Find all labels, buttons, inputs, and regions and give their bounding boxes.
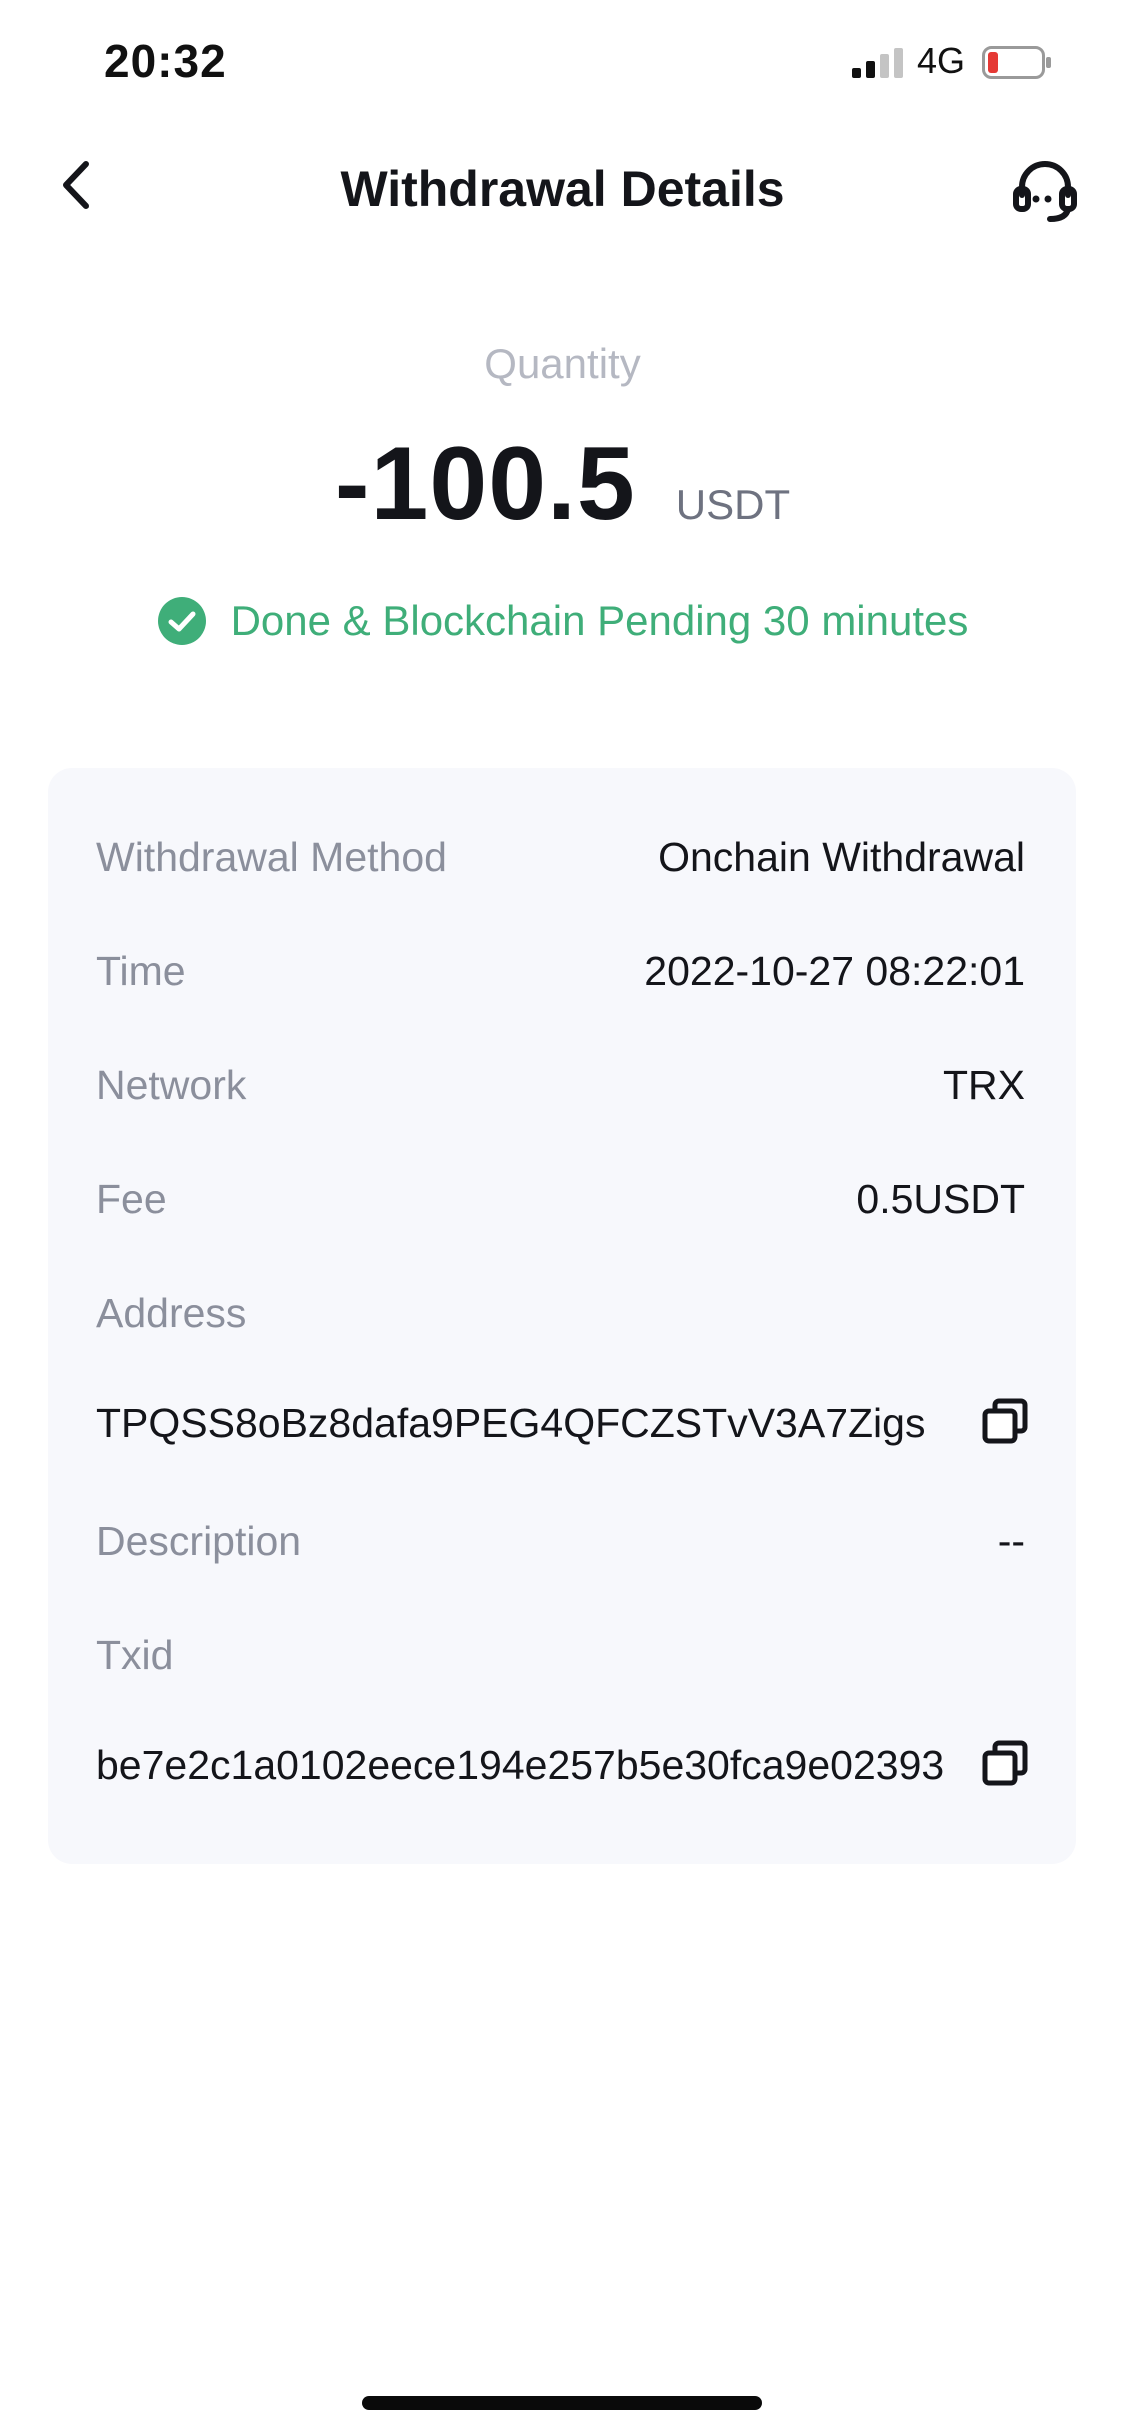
quantity-label: Quantity <box>484 340 641 387</box>
cellular-signal-icon <box>852 48 903 78</box>
check-circle-icon <box>157 597 206 645</box>
amount-value: -100.5 <box>334 426 636 542</box>
fee-value: 0.5USDT <box>856 1176 1025 1222</box>
address-value: TPQSS8oBz8dafa9PEG4QFCZSTvV3A7Zigs <box>96 1400 926 1446</box>
network-type: 4G <box>917 40 966 81</box>
copy-address-button[interactable] <box>982 1398 1028 1444</box>
page-title: Withdrawal Details <box>340 161 785 217</box>
time-label: Time <box>96 948 186 994</box>
fee-label: Fee <box>96 1176 167 1222</box>
network-value: TRX <box>943 1062 1025 1108</box>
txid-label: Txid <box>96 1632 174 1678</box>
network-label: Network <box>96 1062 247 1108</box>
support-button[interactable] <box>1010 155 1080 225</box>
time-value: 2022-10-27 08:22:01 <box>644 948 1025 994</box>
withdrawal-method-value: Onchain Withdrawal <box>658 834 1025 880</box>
headset-icon <box>1013 161 1077 222</box>
description-value: -- <box>997 1518 1025 1564</box>
home-indicator[interactable] <box>362 2396 762 2410</box>
withdrawal-method-label: Withdrawal Method <box>96 834 447 880</box>
amount-row: -100.5 USDT <box>0 425 1125 544</box>
copy-txid-button[interactable] <box>982 1740 1028 1786</box>
battery-icon <box>982 46 1051 79</box>
amount-currency: USDT <box>675 481 791 528</box>
status-time: 20:32 <box>104 35 227 87</box>
copy-icon <box>982 1398 1028 1444</box>
copy-icon <box>982 1740 1028 1786</box>
description-label: Description <box>96 1518 302 1564</box>
address-label: Address <box>96 1290 247 1336</box>
status-text: Done & Blockchain Pending 30 minutes <box>230 597 969 644</box>
status-row: Done & Blockchain Pending 30 minutes <box>0 596 1125 646</box>
txid-value: be7e2c1a0102eece194e257b5e30fca9e02393 <box>96 1742 945 1788</box>
